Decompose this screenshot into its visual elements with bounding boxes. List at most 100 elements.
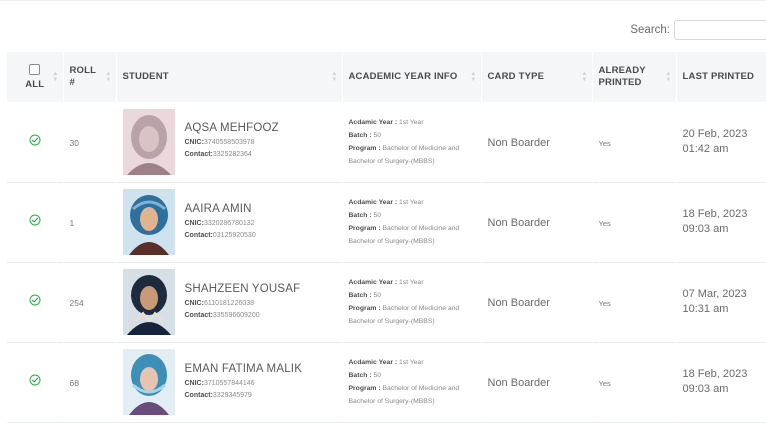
- check-circle-icon[interactable]: [29, 374, 41, 386]
- program-value-line1: Bachelor of Medicine and: [382, 385, 460, 392]
- sort-icon[interactable]: ▲ ▼: [581, 71, 587, 83]
- sort-icon[interactable]: ▲ ▼: [665, 71, 671, 83]
- student-cell: AAIRA AMIN CNIC:3320286780132 Contact:03…: [116, 182, 343, 262]
- student-photo: [122, 269, 175, 335]
- row-select-cell[interactable]: [7, 182, 64, 262]
- last-printed-cell: 18 Feb, 2023 09:03 am: [676, 342, 766, 422]
- roll-cell: 1: [63, 182, 117, 262]
- academic-year-value: 1st Year: [399, 359, 424, 366]
- row-select-cell[interactable]: [7, 342, 64, 422]
- header-student[interactable]: STUDENT ▲ ▼: [116, 52, 343, 102]
- row-select-cell[interactable]: [7, 102, 64, 182]
- header-card-type-label: CARD TYPE: [487, 71, 545, 83]
- check-circle-icon[interactable]: [29, 134, 41, 146]
- contact-label: Contact:: [184, 231, 213, 239]
- already-printed-cell: Yes: [592, 102, 677, 182]
- header-card-type[interactable]: CARD TYPE ▲ ▼: [481, 52, 593, 102]
- last-printed-date: 18 Feb, 2023: [682, 368, 748, 380]
- student-cell: EMAN FATIMA MALIK CNIC:3710557844146 Con…: [116, 342, 343, 422]
- table-row[interactable]: 254 SHAHZEEN YOUSAF CNIC:6110181226038 C…: [7, 262, 766, 342]
- cnic-value: 6110181226038: [203, 299, 255, 307]
- card-type-value: Non Boarder: [487, 297, 550, 309]
- header-select-all[interactable]: ALL ▲ ▼: [7, 52, 64, 102]
- program-value-line1: Bachelor of Medicine and: [382, 305, 460, 312]
- batch-label: Batch :: [348, 372, 372, 379]
- roll-number: 68: [69, 378, 79, 388]
- academic-year-value: 1st Year: [399, 199, 424, 206]
- sort-icon[interactable]: ▲ ▼: [331, 71, 337, 83]
- roll-cell: 254: [63, 262, 117, 342]
- student-name: SHAHZEEN YOUSAF: [184, 282, 301, 295]
- sort-icon[interactable]: ▲ ▼: [52, 71, 58, 83]
- contact-label: Contact:: [184, 311, 213, 319]
- academic-year-label: Acdamic Year :: [348, 118, 398, 126]
- program-label: Program :: [348, 385, 381, 392]
- student-photo: [122, 108, 175, 175]
- student-cnic: CNIC:3320286780132: [185, 218, 256, 230]
- table-row[interactable]: 1 AAIRA AMIN CNIC:3320286780132 Contact:…: [7, 182, 766, 262]
- program-label: Program :: [348, 225, 381, 232]
- header-roll-line2: #: [69, 77, 75, 88]
- check-circle-icon[interactable]: [29, 214, 41, 226]
- batch-value: 50: [373, 292, 381, 299]
- academic-cell: Acdamic Year : 1st Year Batch : 50 Progr…: [342, 342, 482, 422]
- academic-cell: Acdamic Year : 1st Year Batch : 50 Progr…: [342, 182, 482, 262]
- already-printed-cell: Yes: [592, 182, 677, 262]
- cnic-value: 3710557844146: [203, 379, 255, 387]
- student-card-table: ALL ▲ ▼ ROLL # ▲ ▼ STUDENT ▲ ▼ ACADEMIC YEA…: [7, 52, 766, 423]
- roll-number: 254: [69, 298, 84, 308]
- academic-cell: Acdamic Year : 1st Year Batch : 50 Progr…: [342, 102, 482, 182]
- student-photo: [122, 189, 175, 255]
- search-input[interactable]: [674, 20, 766, 40]
- last-printed-time: 01:42 am: [682, 142, 729, 155]
- table-row[interactable]: 30 AQSA MEHFOOZ CNIC:3740558503978 Conta…: [7, 102, 766, 182]
- student-cell: SHAHZEEN YOUSAF CNIC:6110181226038 Conta…: [116, 262, 343, 342]
- contact-value: 3325282364: [212, 151, 252, 159]
- top-divider: [0, 0, 766, 1]
- batch-label: Batch :: [348, 292, 372, 299]
- check-circle-icon[interactable]: [29, 294, 41, 306]
- header-already-line2: PRINTED: [598, 77, 642, 88]
- header-academic-label: ACADEMIC YEAR INFO: [348, 71, 458, 83]
- card-type-value: Non Boarder: [487, 217, 550, 229]
- contact-label: Contact:: [184, 391, 213, 399]
- contact-value: 335596609200: [212, 311, 260, 319]
- academic-year-value: 1st Year: [399, 279, 424, 286]
- batch-label: Batch :: [348, 212, 372, 219]
- already-printed-value: Yes: [598, 299, 611, 308]
- card-type-cell: Non Boarder: [481, 262, 593, 342]
- student-contact: Contact:3325282364: [185, 149, 279, 161]
- program-value-line1: Bachelor of Medicine and: [382, 225, 460, 232]
- already-printed-cell: Yes: [592, 262, 677, 342]
- program-value-line1: Bachelor of Medicine and: [382, 144, 460, 152]
- row-select-cell[interactable]: [7, 262, 64, 342]
- batch-label: Batch :: [348, 131, 372, 139]
- already-printed-value: Yes: [598, 379, 611, 388]
- roll-cell: 30: [63, 102, 117, 182]
- academic-year-label: Acdamic Year :: [348, 279, 398, 286]
- last-printed-time: 10:31 am: [682, 303, 729, 315]
- select-all-checkbox-icon[interactable]: [29, 63, 41, 75]
- academic-year-label: Acdamic Year :: [348, 199, 398, 206]
- student-name: AQSA MEHFOOZ: [184, 122, 279, 135]
- program-value-line2: Bachelor of Surgery-(MBBS): [348, 318, 435, 325]
- header-academic[interactable]: ACADEMIC YEAR INFO ▲ ▼: [342, 52, 482, 102]
- search-label: Search:: [630, 24, 670, 36]
- cnic-label: CNIC:: [184, 139, 204, 147]
- sort-icon[interactable]: ▲ ▼: [470, 71, 476, 83]
- batch-value: 50: [373, 372, 381, 379]
- academic-year-value: 1st Year: [399, 118, 424, 126]
- header-already-printed[interactable]: ALREADY PRINTED ▲ ▼: [592, 52, 677, 102]
- search-bar: Search:: [630, 20, 766, 40]
- card-type-value: Non Boarder: [487, 377, 550, 389]
- last-printed-cell: 18 Feb, 2023 09:03 am: [676, 182, 766, 262]
- last-printed-date: 18 Feb, 2023: [682, 208, 748, 220]
- table-row[interactable]: 68 EMAN FATIMA MALIK CNIC:3710557844146 …: [7, 342, 766, 422]
- cnic-label: CNIC:: [184, 219, 204, 227]
- header-last-printed[interactable]: LAST PRINTED: [676, 52, 766, 102]
- academic-year-label: Acdamic Year :: [348, 359, 398, 366]
- header-roll[interactable]: ROLL # ▲ ▼: [63, 52, 117, 102]
- sort-icon[interactable]: ▲ ▼: [105, 71, 111, 83]
- cnic-value: 3740558503978: [203, 139, 255, 147]
- student-cnic: CNIC:3710557844146: [185, 378, 303, 390]
